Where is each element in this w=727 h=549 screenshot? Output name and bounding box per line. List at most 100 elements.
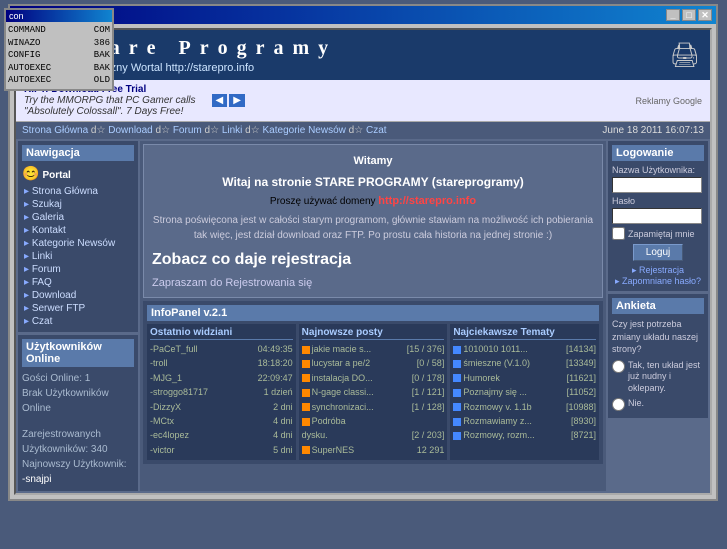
list-item[interactable]: Humorek[11621] xyxy=(453,371,596,385)
list-item[interactable]: instalacja DO...[0 / 178] xyxy=(302,371,445,385)
ad-next-button[interactable]: ▶ xyxy=(229,94,245,107)
sidebar-item-strona[interactable]: Strona Główna xyxy=(22,185,134,198)
minimize-button[interactable]: _ xyxy=(666,9,680,21)
list-item[interactable]: Rozmowy, rozm...[8721] xyxy=(453,428,596,442)
sidebar-item-forum[interactable]: Forum xyxy=(22,263,134,276)
infopanel-posts-title: Najnowsze posty xyxy=(302,327,445,340)
sidebar-item-kategorie[interactable]: Kategorie Newsów xyxy=(22,237,134,250)
list-item[interactable]: -victor5 dni xyxy=(150,443,293,457)
list-item[interactable]: N-gage classi...[1 / 121] xyxy=(302,385,445,399)
sidebar-item-czat[interactable]: Czat xyxy=(22,315,134,328)
list-item[interactable]: -ec4lopez4 dni xyxy=(150,428,293,442)
list-item[interactable]: -MCtx4 dni xyxy=(150,414,293,428)
breadcrumb-forum[interactable]: Forum xyxy=(173,125,202,136)
poll-option-2-label: Nie. xyxy=(628,398,644,410)
infopanel-topics-title: Najciekawsze Tematy xyxy=(453,327,596,340)
site-header: 🖥️ S t a r e P r o g r a m y Niezależny … xyxy=(16,30,710,80)
ad-line2: "Absolutely Colossall". 7 Days Free! xyxy=(24,106,196,117)
breadcrumb-download[interactable]: Download xyxy=(108,125,152,136)
sidebar-item-serwer[interactable]: Serwer FTP xyxy=(22,302,134,315)
list-item[interactable]: SuperNES12 291 xyxy=(302,443,445,457)
list-item[interactable]: jakie macie s...[15 / 376] xyxy=(302,342,445,356)
list-item[interactable]: -stroggo817171 dzień xyxy=(150,385,293,399)
welcome-section-title: Witamy xyxy=(152,153,594,169)
online-newest-label: Najnowszy Użytkownik: xyxy=(22,457,134,472)
list-item[interactable]: 1010010 1011...[14134] xyxy=(453,342,596,356)
maximize-button[interactable]: □ xyxy=(682,9,696,21)
dos-window-title: con xyxy=(6,10,112,22)
list-item[interactable]: Rozmowy v. 1.1b[10988] xyxy=(453,400,596,414)
username-label: Nazwa Użytkownika: xyxy=(612,165,704,175)
breadcrumb-linki[interactable]: Linki xyxy=(222,125,243,136)
poll-option-1[interactable]: Tak, ten układ jest już nudny i oklepany… xyxy=(612,360,704,395)
sidebar-item-galeria[interactable]: Galeria xyxy=(22,211,134,224)
list-item[interactable]: -DizzyX2 dni xyxy=(150,400,293,414)
poll-box: Ankieta Czy jest potrzeba zmiany układu … xyxy=(608,294,708,418)
infopanel-grid: Ostatnio widziani -PaCeT_full04:49:35 -t… xyxy=(147,324,599,460)
password-label: Hasło xyxy=(612,196,704,206)
portal-emoji: 😊 xyxy=(22,165,39,181)
list-item[interactable]: Poznajmy się ...[11052] xyxy=(453,385,596,399)
online-registered: Zarejestrowanych Użytkowników: 340 xyxy=(22,427,134,457)
window-controls[interactable]: _ □ ✕ xyxy=(666,9,712,21)
login-box: Logowanie Nazwa Użytkownika: Hasło Zapam… xyxy=(608,141,708,291)
list-item[interactable]: Podróba xyxy=(302,414,445,428)
datetime: June 18 2011 16:07:13 xyxy=(602,125,704,136)
infopanel-title: InfoPanel v.2.1 xyxy=(147,305,599,321)
list-item[interactable]: synchronizaci...[1 / 128] xyxy=(302,400,445,414)
sidebar-item-kontakt[interactable]: Kontakt xyxy=(22,224,134,237)
remember-label: Zapamiętaj mnie xyxy=(628,229,695,239)
breadcrumb: Strona Główna d☆ Download d☆ Forum d☆ Li… xyxy=(22,125,387,136)
breadcrumb-home[interactable]: Strona Główna xyxy=(22,125,88,136)
breadcrumb-czat[interactable]: Czat xyxy=(366,125,387,136)
poll-radio-2[interactable] xyxy=(612,398,625,411)
dos-window-body: COMMANDCOM WINAZO386 CONFIGBAK AUTOEXECB… xyxy=(6,22,112,89)
remember-me: Zapamiętaj mnie xyxy=(612,227,704,240)
online-newest-user[interactable]: -snajpi xyxy=(22,472,134,487)
poll-option-1-label: Tak, ten układ jest już nudny i oklepany… xyxy=(628,360,704,395)
ad-line1: Try the MMORPG that PC Gamer calls xyxy=(24,95,196,106)
online-guests: Gości Online: 1 xyxy=(22,371,134,386)
sidebar-item-szukaj[interactable]: Szukaj xyxy=(22,198,134,211)
password-input[interactable] xyxy=(612,208,702,224)
welcome-text: Strona poświęcona jest w całości starym … xyxy=(152,213,594,243)
printer-icon: 🖨 xyxy=(670,41,700,70)
login-links: Rejestracja Zapomniane hasło? xyxy=(612,265,704,287)
username-input[interactable] xyxy=(612,177,702,193)
list-item[interactable]: dysku.[2 / 203] xyxy=(302,428,445,442)
left-sidebar: Nawigacja 😊 Portal Strona Główna Szukaj … xyxy=(18,141,138,491)
infopanel-col-posts: Najnowsze posty jakie macie s...[15 / 37… xyxy=(299,324,448,460)
ad-prev-button[interactable]: ◀ xyxy=(212,94,228,107)
online-title: Użytkowników Online xyxy=(22,339,134,367)
list-item[interactable]: śmieszne (V.1.0)[13349] xyxy=(453,356,596,370)
login-button[interactable]: Loguj xyxy=(633,244,683,261)
welcome-register-text: Zapraszam do Rejestrowania się xyxy=(152,277,594,289)
infopanel-col-lastseen: Ostatnio widziani -PaCeT_full04:49:35 -t… xyxy=(147,324,296,460)
welcome-domain-prompt: Proszę używać domeny http://starepro.inf… xyxy=(152,195,594,207)
ad-navigation[interactable]: ◀ ▶ xyxy=(212,94,245,107)
list-item[interactable]: lucystar a pe/2[0 / 58] xyxy=(302,356,445,370)
poll-radio-1[interactable] xyxy=(612,360,625,373)
login-title: Logowanie xyxy=(612,145,704,161)
list-item[interactable]: -MJG_122:09:47 xyxy=(150,371,293,385)
portal-label: Portal xyxy=(43,170,71,181)
welcome-big-text: Zobacz co daje rejestracja xyxy=(152,251,594,269)
list-item[interactable]: -troll18:18:20 xyxy=(150,356,293,370)
remember-checkbox[interactable] xyxy=(612,227,625,240)
close-button[interactable]: ✕ xyxy=(698,9,712,21)
poll-option-2[interactable]: Nie. xyxy=(612,398,704,411)
ad-bar: RIFT: Download Free Trial Try the MMORPG… xyxy=(16,80,710,122)
sidebar-item-faq[interactable]: FAQ xyxy=(22,276,134,289)
sidebar-item-download[interactable]: Download xyxy=(22,289,134,302)
welcome-domain-link[interactable]: http://starepro.info xyxy=(378,195,476,207)
register-link[interactable]: Rejestracja xyxy=(612,265,704,276)
infopanel: InfoPanel v.2.1 Ostatnio widziani -PaCeT… xyxy=(143,301,603,464)
list-item[interactable]: -PaCeT_full04:49:35 xyxy=(150,342,293,356)
sidebar-item-linki[interactable]: Linki xyxy=(22,250,134,263)
breadcrumb-kategorie[interactable]: Kategorie Newsów xyxy=(263,125,346,136)
online-no-users: Brak Użytkowników Online xyxy=(22,386,134,416)
breadcrumb-bar: Strona Główna d☆ Download d☆ Forum d☆ Li… xyxy=(16,122,710,139)
forgot-link[interactable]: Zapomniane hasło? xyxy=(612,276,704,287)
welcome-title: Witaj na stronie STARE PROGRAMY (starepr… xyxy=(152,175,594,189)
list-item[interactable]: Rozmawiamy z...[8930] xyxy=(453,414,596,428)
